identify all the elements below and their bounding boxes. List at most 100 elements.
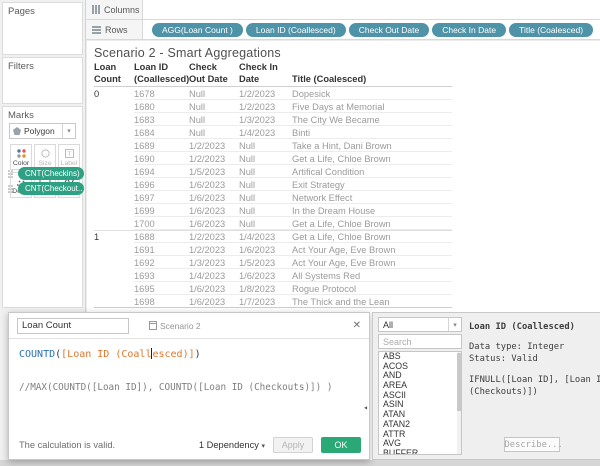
table-row[interactable]: 1700 1/6/2023 Null Get a Life, Chloe Brown <box>94 217 452 231</box>
table-cell: Get a Life, Chloe Brown <box>292 153 391 164</box>
scrollbar[interactable] <box>457 352 461 454</box>
table-cell: 1/6/2023 <box>189 296 226 307</box>
apply-button[interactable]: Apply <box>273 437 313 453</box>
table-row[interactable]: 1693 1/4/2023 1/6/2023 All Systems Red <box>94 269 452 283</box>
columns-shelf[interactable]: Columns <box>86 0 600 20</box>
table-row[interactable]: 1691 1/2/2023 1/6/2023 Act Your Age, Eve Br… <box>94 243 452 257</box>
rows-icon <box>92 25 101 34</box>
column-header[interactable]: Title (Coalesced) <box>292 74 452 86</box>
table-cell: 1/6/2023 <box>189 283 226 294</box>
function-category-value: All <box>383 319 394 330</box>
table-cell: 1/6/2023 <box>239 270 276 281</box>
table-row[interactable]: 1689 1/2/2023 Null Take a Hint, Dani Brown <box>94 139 452 153</box>
function-category-dropdown[interactable]: All ▾ <box>378 317 462 332</box>
field-formula: IFNULL([Loan ID], [Loan ID (Checkouts)]) <box>469 374 600 397</box>
field-info-title: Loan ID (Coallesced) <box>469 322 575 332</box>
table-cell: 1684 <box>134 127 155 138</box>
table-cell: 1695 <box>134 283 155 294</box>
filters-label: Filters <box>8 61 34 72</box>
formula-line: COUNTD([Loan ID (Coallesced)]) <box>19 348 201 360</box>
table-cell: 1/4/2023 <box>189 270 226 281</box>
chevron-down-icon[interactable]: ▾ <box>62 124 75 138</box>
calc-name-input[interactable] <box>17 317 129 334</box>
color-icon <box>16 148 26 158</box>
table-cell: 1699 <box>134 205 155 216</box>
table-cell: 1678 <box>134 88 155 99</box>
table-cell: Artifical Condition <box>292 166 365 177</box>
table-row[interactable]: 1680 Null 1/2/2023 Five Days at Memorial <box>94 100 452 114</box>
table-row[interactable]: 1696 1/6/2023 Null Exit Strategy <box>94 178 452 192</box>
table-cell: Get a Life, Chloe Brown <box>292 231 391 242</box>
table-cell: Null <box>239 140 256 151</box>
table-row[interactable]: 1692 1/3/2023 1/5/2023 Act Your Age, Eve Br… <box>94 256 452 270</box>
table-cell: 1/3/2023 <box>239 114 276 125</box>
marks-label: Marks <box>8 110 34 121</box>
table-header-row: Loan Count Loan ID (Coallesced) Check Ou… <box>94 62 452 88</box>
table-row[interactable]: 1694 1/5/2023 Null Artifical Condition <box>94 165 452 179</box>
column-header[interactable]: Check Out Date <box>189 62 239 85</box>
table-row[interactable]: 0 1678 Null 1/2/2023 Dopesick <box>94 87 452 101</box>
size-button-label: Size <box>38 159 52 167</box>
table-row[interactable]: 1699 1/6/2023 Null In the Dream House <box>94 204 452 218</box>
table-cell: 1697 <box>134 192 155 203</box>
table-cell: Five Days at Memorial <box>292 101 385 112</box>
table-cell: 1700 <box>134 218 155 229</box>
table-cell: 1/2/2023 <box>189 231 226 242</box>
formula-editor[interactable]: COUNTD([Loan ID (Coallesced)]) //MAX(COU… <box>9 339 369 431</box>
detail-dots-icon <box>8 169 13 178</box>
rows-shelf[interactable]: Rows AGG(Loan Count ) Loan ID (Coallesce… <box>86 20 600 40</box>
describe-button[interactable]: Describe... <box>503 437 563 452</box>
pages-shelf[interactable]: Pages <box>2 2 83 55</box>
functions-browser: All ▾ ABSACOSANDAREAASCIIASINATANATAN2AT… <box>378 317 462 455</box>
pill-agg-loan-count[interactable]: AGG(Loan Count ) <box>152 22 243 37</box>
close-icon[interactable]: ✕ <box>353 320 361 331</box>
table-cell: 1/4/2023 <box>239 127 276 138</box>
pill-check-in-date[interactable]: Check In Date <box>432 22 507 37</box>
column-header[interactable]: Check In Date <box>239 62 292 85</box>
table-cell: The City We Became <box>292 114 380 125</box>
table-row[interactable]: 1 1688 1/2/2023 1/4/2023 Get a Life, Chloe B… <box>94 230 452 244</box>
table-cell: 0 <box>94 88 100 99</box>
pill-check-out-date[interactable]: Check Out Date <box>348 22 430 37</box>
pill-cnt-checkouts[interactable]: CNT(Checkout.. <box>18 182 84 195</box>
table-row[interactable]: 1690 1/2/2023 Null Get a Life, Chloe Brown <box>94 152 452 166</box>
dependency-dropdown[interactable]: 1 Dependency ▾ <box>199 440 265 450</box>
sheet-reference: Scenario 2 <box>149 321 201 331</box>
label-button-label: Label <box>60 159 78 167</box>
table-body: 0 1678 Null 1/2/2023 Dopesick 1680 Null 1/2/202… <box>94 87 452 309</box>
pill-cnt-checkins[interactable]: CNT(Checkins) <box>18 167 84 180</box>
function-search-input[interactable] <box>378 334 462 349</box>
collapse-functions-pane-icon[interactable]: ◂ <box>363 403 368 412</box>
pill-loan-id-coallesced[interactable]: Loan ID (Coallesced) <box>245 22 346 37</box>
table-cell: 1691 <box>134 244 155 255</box>
table-cell: 1/8/2023 <box>239 283 276 294</box>
validation-status: The calculation is valid. <box>19 440 116 450</box>
column-header[interactable]: Loan ID (Coallesced) <box>134 62 189 85</box>
table-cell: 1/6/2023 <box>239 244 276 255</box>
table-cell: Binti <box>292 127 311 138</box>
function-list-item[interactable]: BUFFER <box>379 448 461 454</box>
table-row[interactable]: 1683 Null 1/3/2023 The City We Became <box>94 113 452 127</box>
table-cell: 1 <box>94 231 100 242</box>
pages-label: Pages <box>8 6 35 17</box>
window-bottom-edge <box>0 460 600 466</box>
table-cell: 1692 <box>134 257 155 268</box>
table-row[interactable]: 1697 1/6/2023 Null Network Effect <box>94 191 452 205</box>
polygon-icon <box>13 127 21 135</box>
table-row[interactable]: 1695 1/6/2023 1/8/2023 Rogue Protocol <box>94 282 452 296</box>
columns-shelf-content[interactable] <box>143 0 600 19</box>
ok-button[interactable]: OK <box>321 437 361 453</box>
scrollbar-thumb[interactable] <box>457 353 461 411</box>
table-row[interactable]: 1698 1/6/2023 1/7/2023 The Thick and the Le… <box>94 295 452 309</box>
marks-pill-row: CNT(Checkout.. <box>7 182 84 195</box>
mark-type-dropdown[interactable]: Polygon ▾ <box>9 123 76 139</box>
column-header[interactable]: Loan Count <box>94 62 134 85</box>
table-cell: Null <box>189 101 206 112</box>
pill-title-coalesced[interactable]: Title (Coalesced) <box>509 22 594 37</box>
formula-comment: //MAX(COUNTD([Loan ID]), COUNTD([Loan ID… <box>19 382 333 393</box>
table-row[interactable]: 1684 Null 1/4/2023 Binti <box>94 126 452 140</box>
filters-shelf[interactable]: Filters <box>2 57 83 104</box>
columns-shelf-label: Columns <box>86 0 143 19</box>
marks-card: Marks Polygon ▾ Color Size T Label CNT(C… <box>2 106 84 308</box>
table-cell: Null <box>239 153 256 164</box>
